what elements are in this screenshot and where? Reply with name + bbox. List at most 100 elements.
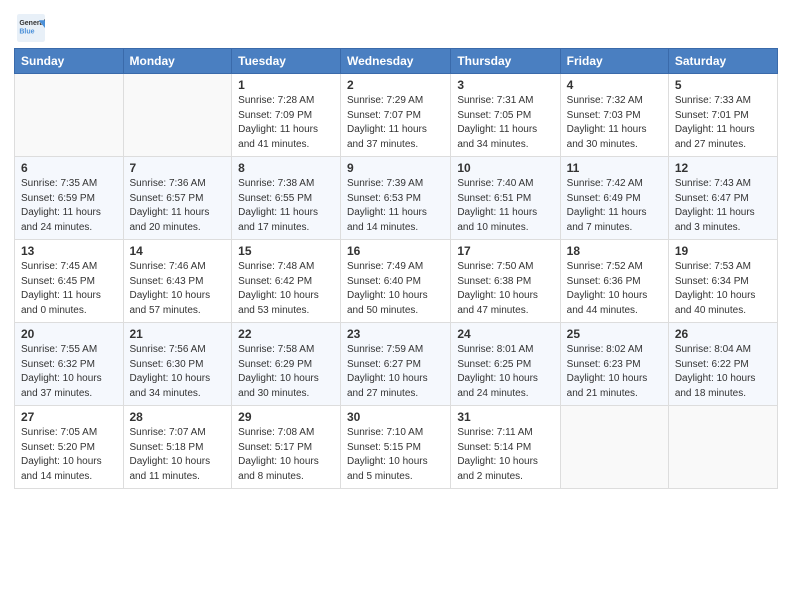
weekday-header-row: SundayMondayTuesdayWednesdayThursdayFrid… — [15, 49, 778, 74]
day-number: 12 — [675, 161, 771, 175]
day-number: 19 — [675, 244, 771, 258]
calendar-table: SundayMondayTuesdayWednesdayThursdayFrid… — [14, 48, 778, 489]
day-number: 2 — [347, 78, 444, 92]
calendar-week-4: 20 Sunrise: 7:55 AM Sunset: 6:32 PM Dayli… — [15, 323, 778, 406]
calendar-week-5: 27Sunrise: 7:05 AM Sunset: 5:20 PM Dayli… — [15, 406, 778, 489]
day-info: Sunrise: 7:36 AM Sunset: 6:57 PM Dayligh… — [130, 177, 226, 235]
calendar-week-2: 6Sunrise: 7:35 AM Sunset: 6:59 PM Daylig… — [15, 157, 778, 240]
day-number: 26 — [675, 327, 771, 341]
day-number: 31 — [457, 410, 553, 424]
svg-text:Blue: Blue — [19, 28, 34, 35]
day-number: 7 — [130, 161, 226, 175]
calendar-cell — [123, 74, 232, 157]
calendar-cell: 12 Sunrise: 7:43 AM Sunset: 6:47 PM Dayli… — [668, 157, 777, 240]
day-number: 15 — [238, 244, 334, 258]
day-info: Sunrise: 7:05 AM Sunset: 5:20 PM Dayligh… — [21, 426, 117, 484]
day-info: Sunrise: 7:35 AM Sunset: 6:59 PM Dayligh… — [21, 177, 117, 235]
calendar-cell: 4 Sunrise: 7:32 AM Sunset: 7:03 PM Daylig… — [560, 74, 668, 157]
calendar-cell: 6Sunrise: 7:35 AM Sunset: 6:59 PM Daylig… — [15, 157, 124, 240]
header: General Blue — [14, 10, 778, 42]
day-number: 10 — [457, 161, 553, 175]
day-info: Sunrise: 7:56 AM Sunset: 6:30 PM Dayligh… — [130, 343, 226, 401]
calendar-cell: 9Sunrise: 7:39 AM Sunset: 6:53 PM Daylig… — [341, 157, 451, 240]
day-number: 23 — [347, 327, 444, 341]
calendar-cell: 14 Sunrise: 7:46 AM Sunset: 6:43 PM Dayli… — [123, 240, 232, 323]
day-info: Sunrise: 7:08 AM Sunset: 5:17 PM Dayligh… — [238, 426, 334, 484]
weekday-header-friday: Friday — [560, 49, 668, 74]
calendar-cell: 19 Sunrise: 7:53 AM Sunset: 6:34 PM Dayli… — [668, 240, 777, 323]
calendar-cell — [668, 406, 777, 489]
day-info: Sunrise: 7:31 AM Sunset: 7:05 PM Dayligh… — [457, 94, 553, 152]
day-info: Sunrise: 7:52 AM Sunset: 6:36 PM Dayligh… — [567, 260, 662, 318]
day-info: Sunrise: 7:29 AM Sunset: 7:07 PM Dayligh… — [347, 94, 444, 152]
day-info: Sunrise: 7:58 AM Sunset: 6:29 PM Dayligh… — [238, 343, 334, 401]
calendar-cell: 10 Sunrise: 7:40 AM Sunset: 6:51 PM Dayli… — [451, 157, 560, 240]
day-number: 1 — [238, 78, 334, 92]
calendar-cell: 29Sunrise: 7:08 AM Sunset: 5:17 PM Dayli… — [232, 406, 341, 489]
day-number: 22 — [238, 327, 334, 341]
calendar-cell: 23Sunrise: 7:59 AM Sunset: 6:27 PM Dayli… — [341, 323, 451, 406]
day-info: Sunrise: 7:33 AM Sunset: 7:01 PM Dayligh… — [675, 94, 771, 152]
calendar-cell: 7 Sunrise: 7:36 AM Sunset: 6:57 PM Daylig… — [123, 157, 232, 240]
day-info: Sunrise: 7:40 AM Sunset: 6:51 PM Dayligh… — [457, 177, 553, 235]
calendar-cell: 2 Sunrise: 7:29 AM Sunset: 7:07 PM Daylig… — [341, 74, 451, 157]
calendar-cell: 25 Sunrise: 8:02 AM Sunset: 6:23 PM Dayli… — [560, 323, 668, 406]
day-number: 4 — [567, 78, 662, 92]
calendar-cell: 15 Sunrise: 7:48 AM Sunset: 6:42 PM Dayli… — [232, 240, 341, 323]
calendar-cell: 30Sunrise: 7:10 AM Sunset: 5:15 PM Dayli… — [341, 406, 451, 489]
day-info: Sunrise: 7:28 AM Sunset: 7:09 PM Dayligh… — [238, 94, 334, 152]
day-info: Sunrise: 7:45 AM Sunset: 6:45 PM Dayligh… — [21, 260, 117, 318]
day-number: 21 — [130, 327, 226, 341]
calendar-cell: 11 Sunrise: 7:42 AM Sunset: 6:49 PM Dayli… — [560, 157, 668, 240]
day-number: 28 — [130, 410, 226, 424]
day-info: Sunrise: 8:04 AM Sunset: 6:22 PM Dayligh… — [675, 343, 771, 401]
day-info: Sunrise: 7:07 AM Sunset: 5:18 PM Dayligh… — [130, 426, 226, 484]
day-number: 3 — [457, 78, 553, 92]
day-number: 13 — [21, 244, 117, 258]
day-info: Sunrise: 7:48 AM Sunset: 6:42 PM Dayligh… — [238, 260, 334, 318]
calendar-cell: 5 Sunrise: 7:33 AM Sunset: 7:01 PM Daylig… — [668, 74, 777, 157]
day-number: 5 — [675, 78, 771, 92]
day-number: 9 — [347, 161, 444, 175]
calendar-cell — [15, 74, 124, 157]
calendar-cell: 18 Sunrise: 7:52 AM Sunset: 6:36 PM Dayli… — [560, 240, 668, 323]
day-info: Sunrise: 7:46 AM Sunset: 6:43 PM Dayligh… — [130, 260, 226, 318]
day-info: Sunrise: 7:53 AM Sunset: 6:34 PM Dayligh… — [675, 260, 771, 318]
day-number: 18 — [567, 244, 662, 258]
calendar-cell: 16 Sunrise: 7:49 AM Sunset: 6:40 PM Dayli… — [341, 240, 451, 323]
calendar-page: General Blue SundayMondayTuesdayWednesda… — [0, 0, 792, 612]
calendar-cell: 31 Sunrise: 7:11 AM Sunset: 5:14 PM Dayli… — [451, 406, 560, 489]
day-number: 17 — [457, 244, 553, 258]
calendar-cell: 28 Sunrise: 7:07 AM Sunset: 5:18 PM Dayli… — [123, 406, 232, 489]
day-info: Sunrise: 8:02 AM Sunset: 6:23 PM Dayligh… — [567, 343, 662, 401]
calendar-cell: 21 Sunrise: 7:56 AM Sunset: 6:30 PM Dayli… — [123, 323, 232, 406]
weekday-header-tuesday: Tuesday — [232, 49, 341, 74]
calendar-body: 1 Sunrise: 7:28 AM Sunset: 7:09 PM Daylig… — [15, 74, 778, 489]
calendar-cell: 17 Sunrise: 7:50 AM Sunset: 6:38 PM Dayli… — [451, 240, 560, 323]
calendar-cell: 20 Sunrise: 7:55 AM Sunset: 6:32 PM Dayli… — [15, 323, 124, 406]
calendar-cell: 26 Sunrise: 8:04 AM Sunset: 6:22 PM Dayli… — [668, 323, 777, 406]
calendar-week-1: 1 Sunrise: 7:28 AM Sunset: 7:09 PM Daylig… — [15, 74, 778, 157]
day-number: 24 — [457, 327, 553, 341]
day-number: 16 — [347, 244, 444, 258]
day-number: 20 — [21, 327, 117, 341]
day-info: Sunrise: 7:10 AM Sunset: 5:15 PM Dayligh… — [347, 426, 444, 484]
day-info: Sunrise: 7:11 AM Sunset: 5:14 PM Dayligh… — [457, 426, 553, 484]
day-info: Sunrise: 7:32 AM Sunset: 7:03 PM Dayligh… — [567, 94, 662, 152]
day-info: Sunrise: 7:38 AM Sunset: 6:55 PM Dayligh… — [238, 177, 334, 235]
weekday-header-sunday: Sunday — [15, 49, 124, 74]
calendar-cell: 13 Sunrise: 7:45 AM Sunset: 6:45 PM Dayli… — [15, 240, 124, 323]
day-info: Sunrise: 7:55 AM Sunset: 6:32 PM Dayligh… — [21, 343, 117, 401]
logo-icon: General Blue — [17, 14, 45, 42]
weekday-header-thursday: Thursday — [451, 49, 560, 74]
weekday-header-saturday: Saturday — [668, 49, 777, 74]
day-number: 25 — [567, 327, 662, 341]
day-info: Sunrise: 7:50 AM Sunset: 6:38 PM Dayligh… — [457, 260, 553, 318]
day-number: 14 — [130, 244, 226, 258]
day-info: Sunrise: 7:43 AM Sunset: 6:47 PM Dayligh… — [675, 177, 771, 235]
day-info: Sunrise: 7:49 AM Sunset: 6:40 PM Dayligh… — [347, 260, 444, 318]
day-info: Sunrise: 8:01 AM Sunset: 6:25 PM Dayligh… — [457, 343, 553, 401]
day-number: 11 — [567, 161, 662, 175]
logo: General Blue — [14, 14, 45, 42]
day-info: Sunrise: 7:42 AM Sunset: 6:49 PM Dayligh… — [567, 177, 662, 235]
